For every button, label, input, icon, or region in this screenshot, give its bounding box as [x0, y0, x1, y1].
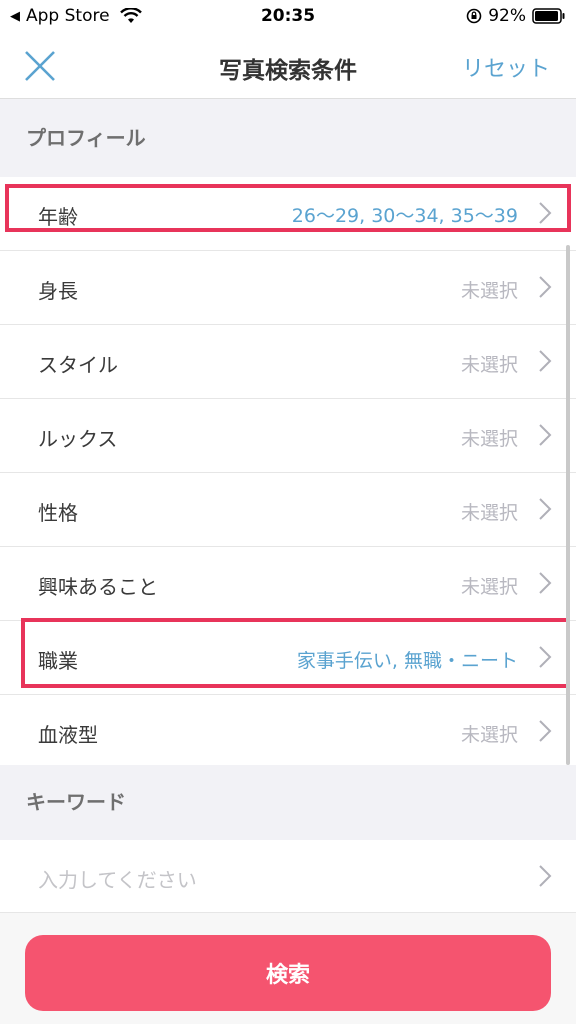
chevron-right-icon	[539, 276, 552, 298]
row-looks[interactable]: ルックス 未選択	[0, 399, 576, 473]
row-label: 性格	[38, 501, 78, 525]
section-header-keyword: キーワード	[0, 765, 576, 840]
chevron-right-icon	[539, 350, 552, 372]
chevron-right-icon	[539, 498, 552, 520]
row-label: 血液型	[38, 723, 98, 747]
chevron-right-icon	[539, 865, 552, 887]
bottom-action-area: 検索	[0, 913, 576, 1024]
row-label: スタイル	[38, 353, 118, 377]
chevron-right-icon	[539, 202, 552, 224]
row-label: 年齢	[38, 205, 78, 229]
row-personality[interactable]: 性格 未選択	[0, 473, 576, 547]
row-label: 職業	[38, 649, 78, 673]
scrollbar[interactable]	[566, 245, 570, 765]
row-value: 未選択	[460, 724, 518, 746]
battery-percent: 92%	[488, 6, 526, 26]
row-label: 身長	[38, 279, 78, 303]
battery-icon	[532, 8, 565, 24]
row-value: 26〜29, 30〜34, 35〜39	[291, 205, 518, 227]
row-value: 未選択	[460, 428, 518, 450]
row-value: 未選択	[460, 280, 518, 302]
section-header-keyword-label: キーワード	[26, 790, 126, 814]
chevron-right-icon	[539, 424, 552, 446]
row-style[interactable]: スタイル 未選択	[0, 325, 576, 399]
section-header-profile: プロフィール	[0, 99, 576, 177]
profile-list: 年齢 26〜29, 30〜34, 35〜39 身長 未選択 スタイル 未選択 ル…	[0, 177, 576, 768]
row-value: 未選択	[460, 354, 518, 376]
row-value: 未選択	[460, 502, 518, 524]
row-label: 興味あること	[38, 575, 158, 599]
orientation-lock-icon	[466, 8, 482, 24]
row-interests[interactable]: 興味あること 未選択	[0, 547, 576, 621]
status-bar: ◀ App Store 20:35 92%	[0, 0, 576, 34]
row-blood-type[interactable]: 血液型 未選択	[0, 695, 576, 768]
search-button[interactable]: 検索	[25, 935, 551, 1011]
nav-bar: 写真検索条件 リセット	[0, 34, 576, 99]
row-age[interactable]: 年齢 26〜29, 30〜34, 35〜39	[0, 177, 576, 251]
keyword-placeholder: 入力してください	[38, 868, 197, 892]
chevron-right-icon	[539, 572, 552, 594]
reset-button[interactable]: リセット	[462, 51, 550, 83]
row-occupation[interactable]: 職業 家事手伝い, 無職・ニート	[0, 621, 576, 695]
section-header-profile-label: プロフィール	[26, 126, 146, 150]
row-value: 家事手伝い, 無職・ニート	[296, 650, 518, 672]
chevron-right-icon	[539, 646, 552, 668]
row-value: 未選択	[460, 576, 518, 598]
chevron-right-icon	[539, 720, 552, 742]
status-right: 92%	[466, 6, 566, 26]
keyword-input[interactable]: 入力してください	[0, 840, 576, 913]
row-height[interactable]: 身長 未選択	[0, 251, 576, 325]
row-label: ルックス	[38, 427, 118, 451]
